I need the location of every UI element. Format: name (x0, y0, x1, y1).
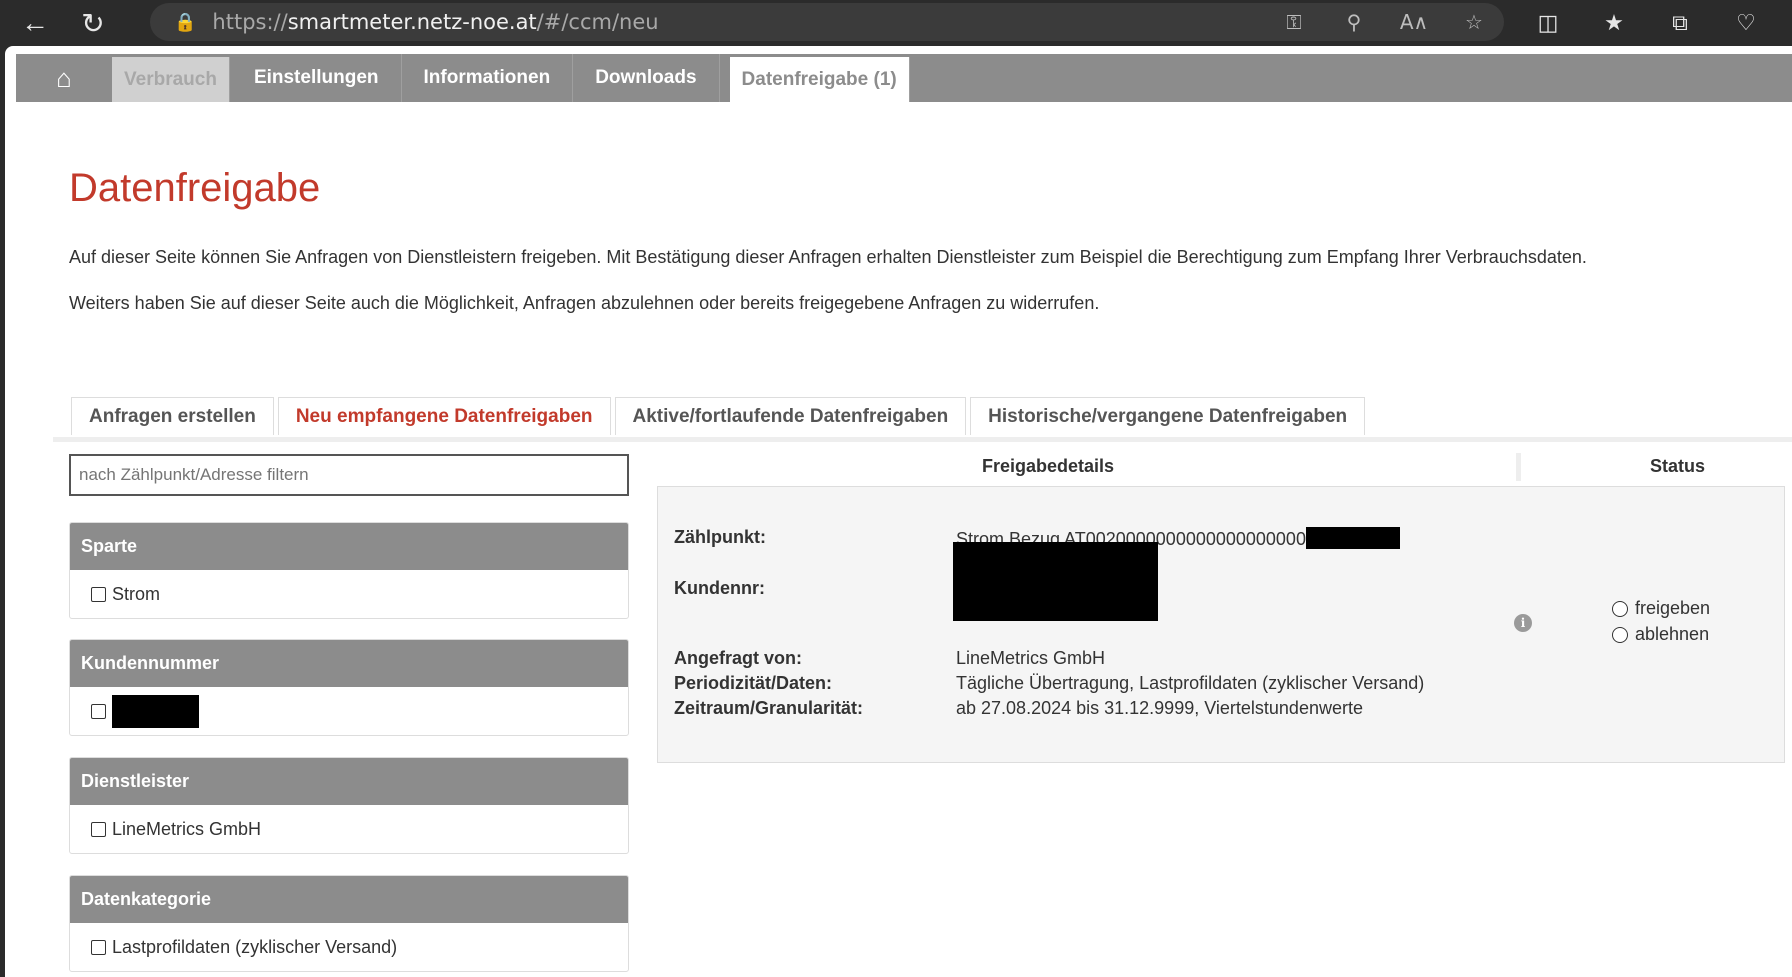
facet-option-label: Lastprofildaten (zyklischer Versand) (112, 936, 398, 957)
redacted-zaehlpunkt-suffix (1305, 527, 1400, 549)
url-host: smartmeter.netz-noe.at (287, 10, 537, 34)
tab-anfragen-erstellen[interactable]: Anfragen erstellen (71, 397, 274, 435)
tab-aktiv[interactable]: Aktive/fortlaufende Datenfreigaben (614, 397, 967, 435)
facet-kundennummer: Kundennummer (69, 639, 629, 736)
checkbox-lastprofildaten[interactable] (91, 939, 106, 955)
tab-bar: Anfragen erstellen Neu empfangene Datenf… (71, 397, 1369, 435)
tab-neu-empfangen[interactable]: Neu empfangene Datenfreigaben (277, 397, 611, 435)
checkbox-kundennummer[interactable] (91, 703, 106, 719)
browser-toolbar: ← ↻ 🔒 https://smartmeter.netz-noe.at/#/c… (0, 0, 1792, 46)
angefragt-label: Angefragt von: (674, 648, 802, 668)
column-separator (1516, 453, 1521, 481)
kundennr-label: Kundennr: (674, 578, 765, 598)
page: ⌂ Verbrauch Einstellungen Informationen … (5, 46, 1792, 977)
checkbox-strom[interactable] (91, 586, 106, 602)
reject-label: ablehnen (1635, 624, 1710, 644)
collections-icon[interactable]: ⧉ (1647, 10, 1713, 36)
facet-option-label: LineMetrics GmbH (112, 818, 262, 839)
facet-title: Datenkategorie (70, 876, 628, 923)
nav-verbrauch[interactable]: Verbrauch (112, 57, 230, 102)
favorites-icon[interactable]: ★ (1581, 10, 1647, 36)
intro-text-2: Weiters haben Sie auf dieser Seite auch … (69, 293, 1100, 313)
column-header-details: Freigabedetails (982, 456, 1115, 476)
tab-historisch[interactable]: Historische/vergangene Datenfreigaben (970, 397, 1366, 435)
redacted-customer-number (112, 694, 199, 728)
split-screen-icon[interactable]: ◫ (1515, 10, 1581, 36)
nav-datenfreigabe[interactable]: Datenfreigabe (1) (729, 57, 910, 102)
read-aloud-icon[interactable]: A∧ (1384, 10, 1444, 34)
address-bar[interactable]: 🔒 https://smartmeter.netz-noe.at/#/ccm/n… (150, 3, 1504, 41)
facet-datenkategorie: Datenkategorie Lastprofildaten (zyklisch… (69, 875, 629, 972)
nav-downloads[interactable]: Downloads (573, 54, 720, 102)
redacted-kundennr (953, 542, 1158, 621)
lock-icon[interactable]: 🔒 (174, 12, 196, 33)
approve-label: freigeben (1635, 598, 1711, 618)
key-icon[interactable]: ⚿ (1264, 10, 1324, 34)
column-header-status: Status (1650, 456, 1706, 476)
nav-informationen[interactable]: Informationen (402, 54, 574, 102)
back-icon[interactable]: ← (12, 0, 58, 46)
zeitraum-value: ab 27.08.2024 bis 31.12.9999, Viertelstu… (956, 698, 1363, 718)
filter-input[interactable] (69, 454, 629, 496)
approve-radio[interactable] (1612, 600, 1628, 617)
request-card: Zählpunkt: Strom Bezug AT002000000000000… (657, 486, 1785, 763)
intro-text: Auf dieser Seite können Sie Anfragen von… (69, 247, 1587, 267)
facet-title: Sparte (70, 523, 628, 570)
home-icon[interactable]: ⌂ (16, 54, 112, 102)
health-icon[interactable]: ♡ (1713, 10, 1779, 36)
main-navigation: ⌂ Verbrauch Einstellungen Informationen … (16, 54, 1792, 102)
checkbox-linemetrics[interactable] (91, 821, 106, 837)
facet-option-label: Strom (112, 583, 161, 604)
angefragt-value: LineMetrics GmbH (956, 648, 1106, 668)
url-path: /#/ccm/neu (536, 10, 659, 34)
facet-title: Dienstleister (70, 758, 628, 805)
facet-sparte: Sparte Strom (69, 522, 629, 619)
zeitraum-label: Zeitraum/Granularität: (674, 698, 864, 718)
favorite-icon[interactable]: ☆ (1444, 10, 1504, 34)
reject-radio[interactable] (1612, 626, 1628, 643)
facet-dienstleister: Dienstleister LineMetrics GmbH (69, 757, 629, 854)
facet-title: Kundennummer (70, 640, 628, 687)
tab-divider (53, 437, 1792, 442)
zaehlpunkt-label: Zählpunkt: (674, 527, 766, 547)
refresh-icon[interactable]: ↻ (70, 0, 116, 46)
periodizitaet-value: Tägliche Übertragung, Lastprofildaten (z… (956, 673, 1425, 693)
url-protocol: https:// (212, 10, 288, 34)
info-icon[interactable]: i (1514, 614, 1532, 632)
nav-einstellungen[interactable]: Einstellungen (232, 54, 402, 102)
periodizitaet-label: Periodizität/Daten: (674, 673, 833, 693)
page-title: Datenfreigabe (69, 166, 321, 210)
zoom-out-icon[interactable]: ⚲ (1324, 10, 1384, 34)
